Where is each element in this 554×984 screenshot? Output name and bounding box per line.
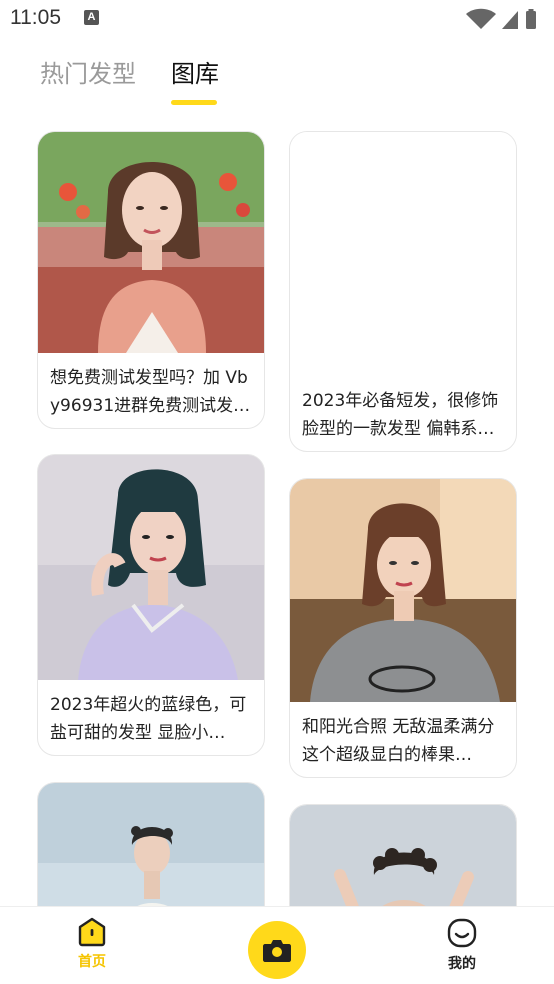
gallery-card[interactable]: 想免费测试发型吗？加 Vby96931进群免费测试发型… (37, 131, 265, 429)
gallery-card[interactable] (289, 804, 517, 906)
camera-icon (263, 940, 291, 962)
card-caption: 和阳光合照 无敌温柔满分 这个超级显白的棒果… (302, 717, 495, 765)
card-photo (38, 132, 264, 353)
card-caption: 2023年超火的蓝绿色，可盐可甜的发型 显脸小… (50, 695, 247, 743)
signal-icon (502, 11, 518, 29)
card-photo-placeholder (290, 132, 516, 376)
gallery-card[interactable]: 和阳光合照 无敌温柔满分 这个超级显白的棒果… (289, 478, 517, 778)
nav-me-label: 我的 (448, 956, 476, 972)
nav-home[interactable]: 首页 (52, 917, 132, 971)
nav-me[interactable]: 我的 (422, 917, 502, 973)
status-bar: 11:05 A (0, 0, 554, 38)
status-icons (464, 8, 544, 30)
notification-icon: A (84, 10, 99, 25)
gallery-card[interactable]: 2023年超火的蓝绿色，可盐可甜的发型 显脸小… (37, 454, 265, 756)
card-photo (38, 783, 264, 906)
gallery-card[interactable]: 2023年必备短发，很修饰脸型的一款发型 偏韩系… (289, 131, 517, 452)
card-photo (290, 479, 516, 702)
profile-face-icon (447, 918, 477, 948)
home-icon (78, 917, 106, 947)
status-time: 11:05 (10, 6, 61, 29)
card-caption: 2023年必备短发，很修饰脸型的一款发型 偏韩系… (302, 391, 499, 439)
wifi-icon (466, 8, 496, 29)
bottom-nav: 首页 我的 (0, 906, 554, 984)
tab-gallery[interactable]: 图库 (171, 54, 219, 89)
app-screen: 想免费测试发型吗？加 Vby96931进群免费测试发型… 2023年必备短发，很… (0, 0, 554, 984)
nav-home-label: 首页 (78, 954, 106, 970)
gallery-feed[interactable]: 想免费测试发型吗？加 Vby96931进群免费测试发型… 2023年必备短发，很… (0, 0, 554, 906)
battery-icon (526, 9, 536, 29)
gallery-card[interactable] (37, 782, 265, 906)
card-photo (38, 455, 264, 680)
card-photo (290, 805, 516, 906)
active-tab-indicator (171, 100, 217, 105)
tab-hot-hairstyles[interactable]: 热门发型 (40, 54, 136, 89)
camera-button[interactable] (248, 921, 306, 979)
card-caption: 想免费测试发型吗？加 Vby96931进群免费测试发型… (50, 368, 248, 416)
